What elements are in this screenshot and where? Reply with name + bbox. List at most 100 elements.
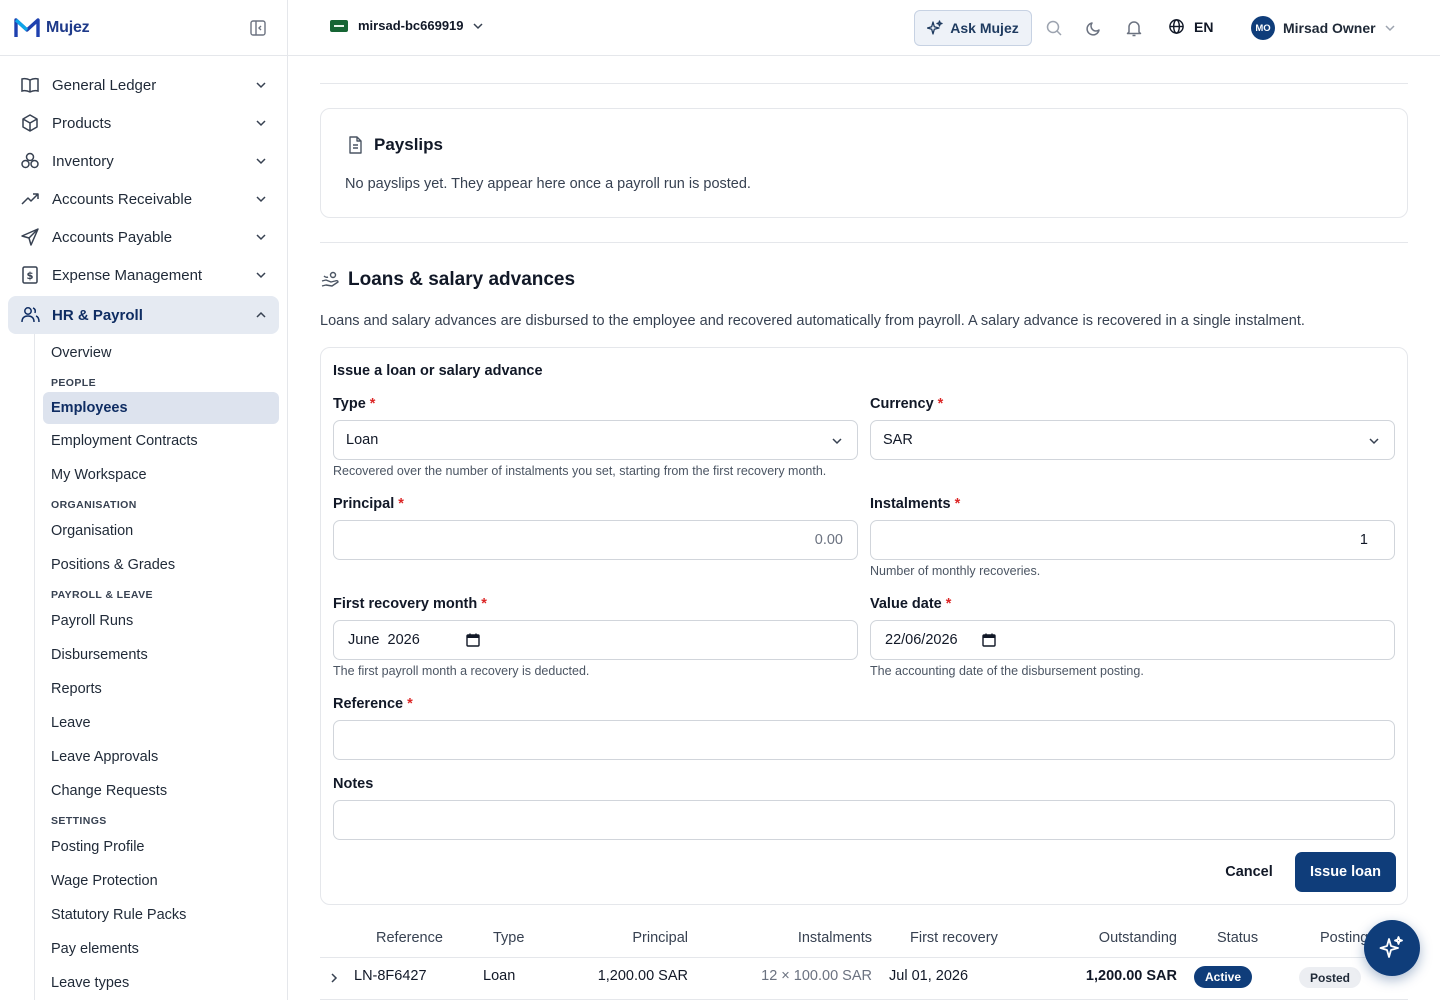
sidebar-item-statutory-rule-packs[interactable]: Statutory Rule Packs [43, 898, 279, 932]
sidebar-item-leave-types[interactable]: Leave types [43, 966, 279, 1000]
organization-name: mirsad-bc669919 [358, 18, 464, 33]
sidebar-item-wage-protection[interactable]: Wage Protection [43, 864, 279, 898]
sidebar: Mujez General Ledger Products Inventory … [0, 0, 288, 1000]
chevron-right-icon[interactable] [328, 972, 340, 984]
notes-label: Notes [333, 776, 374, 792]
chevron-down-icon [256, 120, 266, 127]
sidebar-item-leave[interactable]: Leave [43, 706, 279, 740]
ask-mujez-button[interactable]: Ask Mujez [914, 10, 1032, 46]
ask-mujez-label: Ask Mujez [950, 20, 1019, 36]
chevron-down-icon [256, 82, 266, 89]
value-date-input[interactable]: 22/06/2026 [870, 620, 1395, 660]
first-recovery-month-input[interactable]: June 2026 [333, 620, 858, 660]
value-date-label: Value date * [870, 596, 952, 612]
receipt-icon: $ [20, 265, 40, 285]
instalments-hint: Number of monthly recoveries. [870, 564, 1041, 578]
status-badge: Active [1194, 966, 1253, 988]
column-header[interactable]: Posting [1320, 930, 1368, 946]
sidebar-item-label: Accounts Receivable [52, 190, 193, 208]
sidebar-item-my-workspace[interactable]: My Workspace [43, 458, 279, 492]
sparkles-icon [1379, 936, 1403, 958]
sidebar-item-label: HR & Payroll [52, 306, 143, 324]
avatar: MO [1251, 16, 1275, 40]
column-header[interactable]: Principal [632, 930, 688, 946]
form-title: Issue a loan or salary advance [333, 363, 543, 379]
column-header[interactable]: Status [1217, 930, 1258, 946]
sidebar-item-overview[interactable]: Overview [43, 336, 279, 370]
sidebar-item-label: Expense Management [52, 266, 203, 284]
sidebar-item-products[interactable]: Products [8, 104, 279, 142]
loan-instalments: 12 × 100.00 SAR [761, 968, 872, 984]
chevron-down-icon [472, 22, 483, 29]
column-header[interactable]: First recovery [910, 930, 998, 946]
organization-switcher[interactable]: mirsad-bc669919 [330, 18, 484, 33]
sidebar-item-expense-management[interactable]: $ Expense Management [8, 256, 279, 294]
section-heading-organisation: ORGANISATION [51, 499, 137, 511]
sidebar-item-general-ledger[interactable]: General Ledger [8, 66, 279, 104]
sidebar-item-change-requests[interactable]: Change Requests [43, 774, 279, 808]
instalments-input[interactable]: 1 [870, 520, 1395, 560]
user-menu[interactable]: MO Mirsad Owner [1251, 16, 1396, 40]
cancel-button[interactable]: Cancel [1213, 852, 1285, 892]
sidebar-item-positions-grades[interactable]: Positions & Grades [43, 548, 279, 582]
ai-assistant-button[interactable] [1364, 920, 1420, 976]
table-row[interactable]: LN-8F6427 Loan 1,200.00 SAR 12 × 100.00 … [320, 958, 1408, 1000]
issue-loan-button[interactable]: Issue loan [1295, 852, 1396, 892]
chevron-down-icon [1385, 25, 1395, 32]
posting-badge: Posted [1299, 967, 1362, 988]
sidebar-item-disbursements[interactable]: Disbursements [43, 638, 279, 672]
calendar-icon[interactable] [466, 633, 480, 647]
sidebar-item-label: Accounts Payable [52, 228, 173, 246]
sidebar-item-accounts-payable[interactable]: Accounts Payable [8, 218, 279, 256]
sidebar-item-posting-profile[interactable]: Posting Profile [43, 830, 279, 864]
sidebar-item-inventory[interactable]: Inventory [8, 142, 279, 180]
mujez-logo-icon [14, 17, 40, 37]
loans-title: Loans & salary advances [320, 269, 575, 291]
sidebar-item-organisation[interactable]: Organisation [43, 514, 279, 548]
type-select[interactable]: Loan [333, 420, 858, 460]
sidebar-item-reports[interactable]: Reports [43, 672, 279, 706]
column-header[interactable]: Reference [376, 930, 443, 946]
section-heading-people: PEOPLE [51, 377, 96, 389]
chevron-down-icon [256, 234, 266, 241]
trending-up-icon [20, 189, 40, 209]
chevron-down-icon [256, 158, 266, 165]
sidebar-item-leave-approvals[interactable]: Leave Approvals [43, 740, 279, 774]
calendar-icon[interactable] [981, 633, 996, 647]
saudi-flag-icon [330, 19, 348, 32]
sidebar-item-label: General Ledger [52, 76, 157, 94]
payslips-title: Payslips [345, 135, 443, 155]
moon-icon[interactable] [1085, 19, 1103, 37]
principal-input[interactable]: 0.00 [333, 520, 858, 560]
first-recovery-label: First recovery month * [333, 596, 487, 612]
bell-icon[interactable] [1125, 19, 1143, 37]
loan-reference: LN-8F6427 [354, 968, 427, 984]
svg-text:$: $ [27, 271, 34, 282]
sidebar-item-hr-payroll[interactable]: HR & Payroll [8, 296, 279, 334]
file-text-icon [349, 136, 362, 154]
sidebar-item-employment-contracts[interactable]: Employment Contracts [43, 424, 279, 458]
sidebar-item-accounts-receivable[interactable]: Accounts Receivable [8, 180, 279, 218]
sidebar-item-label: Inventory [52, 152, 114, 170]
principal-label: Principal * [333, 496, 404, 512]
chevron-down-icon [256, 196, 266, 203]
loans-table: Reference Type Principal Instalments Fir… [320, 918, 1408, 1000]
sidebar-item-payroll-runs[interactable]: Payroll Runs [43, 604, 279, 638]
hand-coins-icon [321, 271, 339, 287]
type-label: Type * [333, 396, 376, 412]
divider [320, 83, 1408, 84]
chevron-up-icon [256, 311, 266, 318]
column-header[interactable]: Outstanding [1099, 930, 1177, 946]
notes-input[interactable] [333, 800, 1395, 840]
search-icon[interactable] [1045, 19, 1063, 37]
loans-description: Loans and salary advances are disbursed … [320, 313, 1305, 329]
language-switcher[interactable]: EN [1168, 18, 1213, 35]
sidebar-item-pay-elements[interactable]: Pay elements [43, 932, 279, 966]
currency-select[interactable]: SAR [870, 420, 1395, 460]
sidebar-item-employees[interactable]: Employees [43, 392, 279, 424]
reference-input[interactable] [333, 720, 1395, 760]
column-header[interactable]: Instalments [798, 930, 872, 946]
type-hint: Recovered over the number of instalments… [333, 464, 827, 478]
sidebar-collapse-icon[interactable] [249, 19, 267, 37]
column-header[interactable]: Type [493, 930, 524, 946]
